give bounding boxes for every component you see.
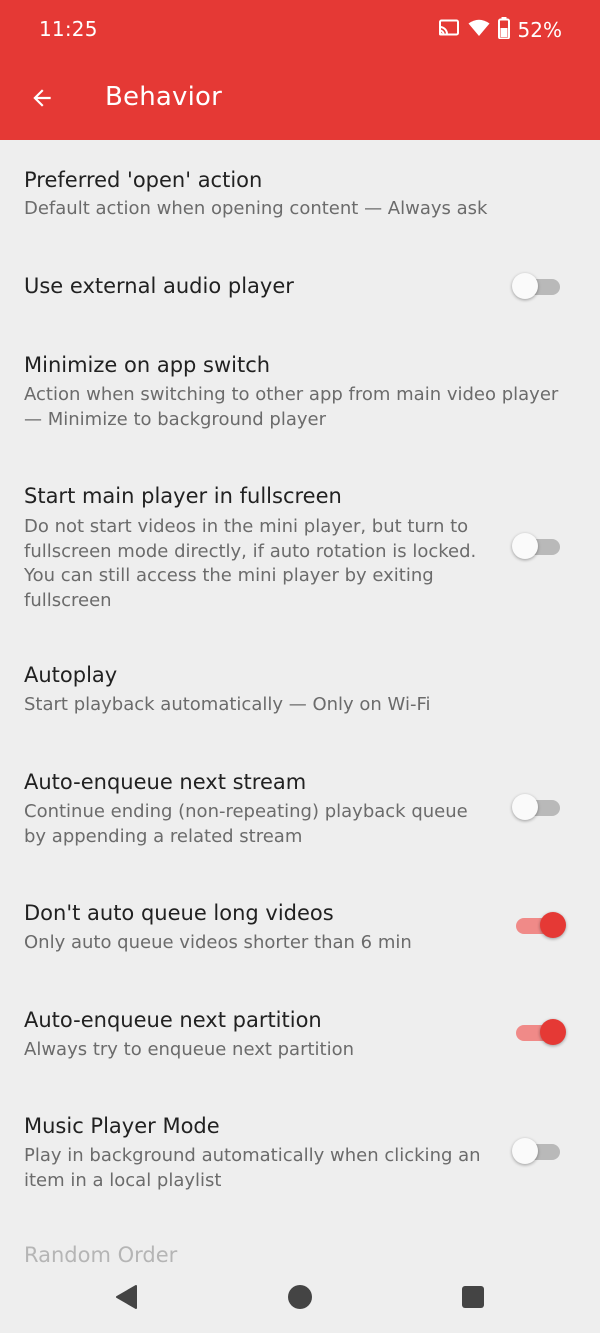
pref-title: Autoplay: [24, 663, 118, 687]
pref-title: Music Player Mode: [24, 1114, 220, 1138]
pref-summary: Do not start videos in the mini player, …: [24, 516, 477, 611]
pref-title: Preferred 'open' action: [24, 168, 263, 192]
pref-title: Auto-enqueue next stream: [24, 770, 307, 794]
fullscreen-switch[interactable]: [512, 531, 562, 561]
pref-dont-auto-queue-long-videos[interactable]: Don't auto queue long videos Only auto q…: [0, 885, 600, 975]
arrow-left-icon: [29, 85, 55, 115]
recents-square-icon: [461, 1285, 485, 1313]
toolbar: Behavior: [0, 60, 600, 140]
pref-auto-enqueue-next-partition[interactable]: Auto-enqueue next partition Always try t…: [0, 995, 600, 1085]
page-title: Behavior: [105, 82, 223, 112]
pref-summary: Action when switching to other app from …: [24, 384, 559, 430]
pref-title: Minimize on app switch: [24, 353, 271, 377]
switch-thumb: [512, 794, 538, 820]
pref-random-order: Random Order: [0, 1230, 600, 1265]
system-nav-bar: [0, 1265, 600, 1333]
switch-thumb: [512, 533, 538, 559]
pref-summary: Continue ending (non-repeating) playback…: [24, 801, 468, 847]
pref-preferred-open-action[interactable]: Preferred 'open' action Default action w…: [0, 152, 600, 242]
pref-title: Random Order: [24, 1243, 178, 1265]
long-videos-switch[interactable]: [512, 910, 566, 940]
pref-summary: Start playback automatically — Only on W…: [24, 694, 431, 715]
pref-summary: Only auto queue videos shorter than 6 mi…: [24, 932, 412, 953]
pref-summary: Default action when opening content — Al…: [24, 198, 488, 219]
pref-summary: Always try to enqueue next partition: [24, 1039, 355, 1060]
music-player-mode-switch[interactable]: [512, 1136, 562, 1166]
app-header: 11:25 52% Behavior: [0, 0, 600, 140]
home-circle-icon: [287, 1284, 313, 1314]
back-button[interactable]: [20, 78, 64, 122]
pref-title: Auto-enqueue next partition: [24, 1008, 322, 1032]
auto-enqueue-stream-switch[interactable]: [512, 792, 562, 822]
switch-thumb: [512, 1138, 538, 1164]
next-partition-switch[interactable]: [512, 1017, 566, 1047]
switch-thumb: [540, 1019, 566, 1045]
battery-percentage: 52%: [517, 18, 562, 42]
status-icons: 52%: [438, 16, 562, 44]
pref-music-player-mode[interactable]: Music Player Mode Play in background aut…: [0, 1100, 600, 1210]
pref-start-main-player-fullscreen[interactable]: Start main player in fullscreen Do not s…: [0, 470, 600, 630]
pref-title: Use external audio player: [24, 274, 294, 298]
external-audio-player-switch[interactable]: [512, 271, 562, 301]
pref-title: Start main player in fullscreen: [24, 484, 342, 508]
pref-title: Don't auto queue long videos: [24, 901, 334, 925]
battery-icon: [497, 17, 510, 43]
nav-back-button[interactable]: [109, 1281, 145, 1317]
wifi-icon: [468, 19, 490, 41]
nav-home-button[interactable]: [282, 1281, 318, 1317]
cast-icon: [438, 19, 460, 41]
back-triangle-icon: [114, 1284, 140, 1314]
pref-autoplay[interactable]: Autoplay Start playback automatically — …: [0, 650, 600, 740]
nav-recents-button[interactable]: [455, 1281, 491, 1317]
status-bar: 11:25 52%: [0, 0, 600, 60]
pref-use-external-audio-player[interactable]: Use external audio player: [0, 242, 600, 332]
switch-thumb: [512, 273, 538, 299]
pref-minimize-on-app-switch[interactable]: Minimize on app switch Action when switc…: [0, 332, 600, 447]
pref-auto-enqueue-next-stream[interactable]: Auto-enqueue next stream Continue ending…: [0, 755, 600, 865]
status-time: 11:25: [39, 17, 98, 41]
preferences-list: Preferred 'open' action Default action w…: [0, 140, 600, 1265]
switch-thumb: [540, 912, 566, 938]
pref-summary: Play in background automatically when cl…: [24, 1145, 481, 1191]
